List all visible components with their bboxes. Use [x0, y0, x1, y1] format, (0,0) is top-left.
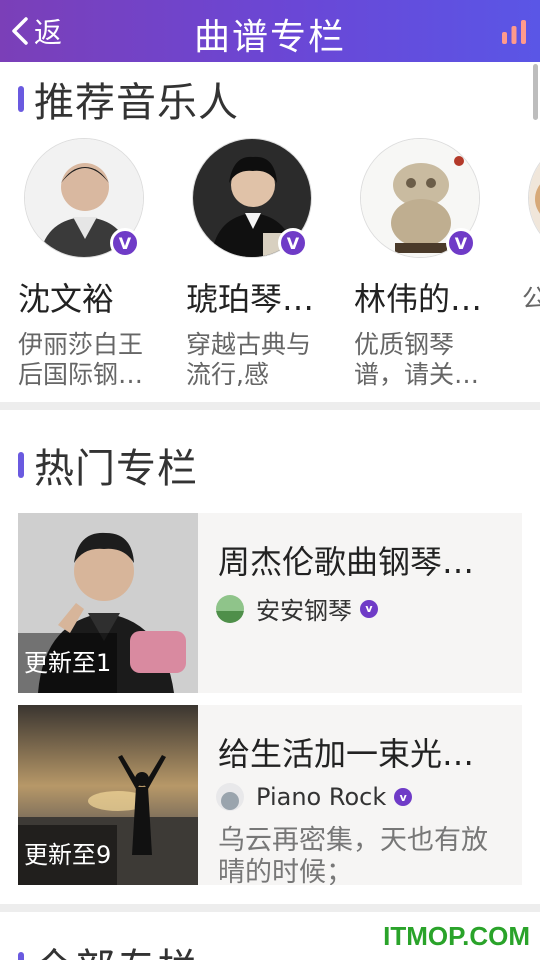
section-header-all: 全部专栏 [18, 936, 198, 960]
artist-card[interactable]: V 沈文裕 伊丽莎白王后国际钢… [18, 138, 168, 390]
artist-carousel[interactable]: V 沈文裕 伊丽莎白王后国际钢… V 琥珀琴… 穿越古典与流行,感受… [0, 138, 540, 398]
artist-name: 沈文裕 [18, 280, 115, 318]
scrollbar-thumb[interactable] [533, 64, 538, 120]
artist-name: 琥珀琴… [186, 280, 315, 318]
artist-card[interactable]: V 林伟的… 优质钢琴谱，请关… [354, 138, 504, 390]
author-name: 安安钢琴 [256, 597, 352, 625]
artist-card[interactable]: V 琥珀琴… 穿越古典与流行,感受… [186, 138, 336, 390]
verified-icon: v [360, 599, 378, 618]
verified-icon: v [394, 788, 413, 806]
author-avatar [216, 783, 244, 811]
section-divider [0, 402, 540, 410]
update-count-label: 更新至1 [18, 633, 118, 693]
section-title-recommended: 推荐音乐人 [34, 80, 239, 126]
top-app-bar: 返 曲谱专栏 [0, 0, 540, 62]
section-title-all: 全部专栏 [34, 936, 198, 960]
author-name: Piano Rock [256, 783, 387, 811]
update-count-label: 更新至9 [18, 825, 118, 885]
artist-description: 优质钢琴谱，请关… [354, 330, 480, 389]
verified-icon: V [110, 228, 140, 258]
section-title-hot: 热门专栏 [34, 446, 198, 492]
verified-icon: V [278, 228, 308, 258]
artist-avatar [528, 138, 540, 258]
column-cover-image: 更新至1 [18, 513, 198, 693]
artist-name: 林伟的… [354, 280, 483, 318]
column-author[interactable]: 安安钢琴 v [216, 591, 378, 626]
bar-chart-icon[interactable] [500, 18, 528, 46]
column-cover-image: 更新至9 [18, 705, 198, 885]
artist-description: 伊丽莎白王后国际钢… [18, 330, 144, 389]
column-card[interactable]: 更新至9 给生活加一束光… Piano Rock v 乌云再密集，天也有放晴的时… [18, 705, 522, 885]
section-divider [0, 904, 540, 912]
artist-card[interactable]: 公微 [522, 138, 540, 344]
section-header-hot: 热门专栏 [18, 436, 198, 494]
column-description: 乌云再密集，天也有放晴的时候； [218, 825, 488, 885]
column-title: 周杰伦歌曲钢琴… [218, 543, 475, 581]
column-description [218, 633, 508, 693]
artist-description: 穿越古典与流行,感受… [186, 330, 312, 389]
site-watermark: ITMOP.COM [383, 921, 530, 951]
verified-icon: V [446, 228, 476, 258]
page-title: 曲谱专栏 [193, 17, 346, 58]
artist-description: 公微 [522, 284, 540, 313]
column-card[interactable]: 更新至1 周杰伦歌曲钢琴… 安安钢琴 v [18, 513, 522, 693]
section-accent-bar [18, 452, 24, 478]
column-author[interactable]: Piano Rock v [216, 783, 413, 811]
section-accent-bar [18, 86, 24, 112]
section-header-recommended: 推荐音乐人 [18, 70, 239, 128]
section-accent-bar [18, 952, 24, 960]
column-title: 给生活加一束光… [218, 735, 475, 773]
author-avatar [216, 594, 244, 623]
